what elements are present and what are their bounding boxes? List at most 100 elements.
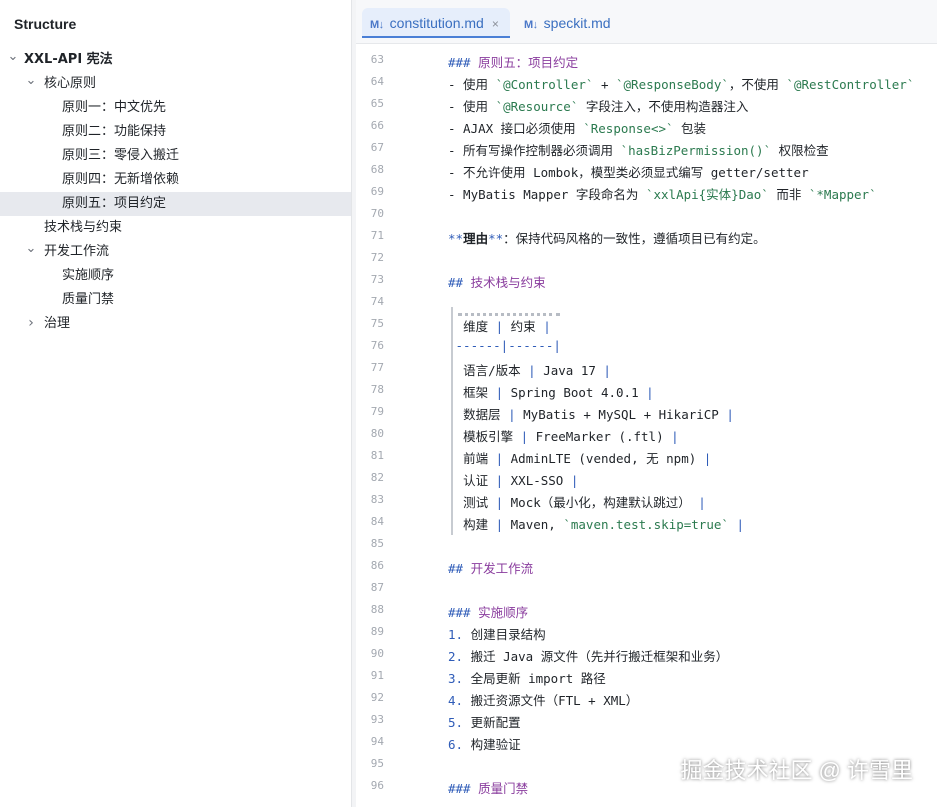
structure-item-label: XXL-API 宪法 [24,52,113,67]
code-token: ## [448,275,471,290]
code-text: ### 原则五：项目约定 [448,52,578,71]
structure-item-label: 开发工作流 [44,244,110,259]
code-token: ，不使用 [728,77,787,92]
code-token: - 所有写操作控制器必须调用 [448,143,621,158]
structure-item-label: 原则二：功能保持 [62,124,167,139]
code-token: ### [448,605,479,620]
code-token: | [495,319,511,334]
code-text: | 测试 | Mock（最小化，构建默认跳过） | [448,492,706,511]
code-token: 搬迁 Java 源文件（先并行搬迁框架和业务） [470,649,729,664]
structure-item[interactable]: 原则一：中文优先 [0,96,351,120]
code-line: 68 - 不允许使用 Lombok，模型类必须显式编写 getter/setter [356,159,937,181]
line-number: 80 [370,427,384,440]
code-line: 89 1. 创建目录结构 [356,621,937,643]
code-line: 70 [356,203,937,225]
structure-item[interactable]: 原则五：项目约定 [0,192,351,216]
line-number: 82 [370,471,384,484]
structure-item[interactable]: ⌄ XXL-API 宪法 [0,48,351,72]
code-text: ## 开发工作流 [448,558,533,577]
line-number: 73 [370,273,384,286]
structure-item[interactable]: 原则三：零侵入搬迁 [0,144,351,168]
code-text: - MyBatis Mapper 字段命名为 `xxlApi{实体}Dao` 而… [448,184,877,203]
line-number: 96 [370,779,384,792]
code-area[interactable]: 63 ### 原则五：项目约定 64 - 使用 `@Controller` + `@R… [356,45,937,807]
chevron-right-icon[interactable]: › [24,312,38,336]
code-line: 90 2. 搬迁 Java 源文件（先并行搬迁框架和业务） [356,643,937,665]
code-token: | [495,451,511,466]
line-number: 69 [370,185,384,198]
structure-item[interactable]: ⌄ 核心原则 [0,72,351,96]
line-number: 87 [370,581,384,594]
code-token: 5. [448,715,471,730]
structure-item[interactable]: 质量门禁 [0,288,351,312]
line-number: 91 [370,669,384,682]
code-token: 实施顺序 [478,605,529,620]
code-token: 构建验证 [470,737,521,752]
line-number: 65 [370,97,384,110]
structure-item[interactable]: 实施顺序 [0,264,351,288]
code-token: 更新配置 [470,715,521,730]
code-line: 67 - 所有写操作控制器必须调用 `hasBizPermission()` 权限… [356,137,937,159]
code-text: | 模板引擎 | FreeMarker (.ftl) | [448,426,679,445]
line-number: 78 [370,383,384,396]
code-token: 权限检查 [771,143,829,158]
structure-title: Structure [14,16,77,32]
code-text: ## 技术栈与约束 [448,272,546,291]
tab-label: speckit.md [543,15,611,31]
line-number: 66 [370,119,384,132]
code-token: 模板引擎 [463,429,521,444]
structure-item[interactable]: ⌄ 开发工作流 [0,240,351,264]
code-line: 72 [356,247,937,269]
code-text: ### 实施顺序 [448,602,528,621]
line-number: 74 [370,295,384,308]
code-line: 94 6. 构建验证 [356,731,937,753]
table-guide [451,307,453,535]
line-number: 64 [370,75,384,88]
markdown-icon: M↓ [370,19,384,31]
tab-constitution-md[interactable]: M↓ constitution.md × [362,8,510,38]
structure-item[interactable]: › 治理 [0,312,351,336]
code-token: 维度 [463,319,496,334]
code-token: - 不允许使用 Lombok，模型类必须显式编写 getter/setter [448,165,809,180]
code-token: | [736,517,744,532]
chevron-down-icon[interactable]: ⌄ [6,48,20,72]
code-token: 理由 [463,231,489,246]
code-text: 1. 创建目录结构 [448,624,546,643]
tab-bar: M↓ constitution.md × M↓ speckit.md [356,0,937,44]
line-number: 93 [370,713,384,726]
code-token: AdminLTE (vended, 无 npm) [510,451,704,466]
code-token: 框架 [463,385,496,400]
structure-tree: ⌄ XXL-API 宪法 ⌄ 核心原则 原则一：中文优先原则二：功能保持原则三：零侵入搬… [0,48,351,336]
code-line: 91 3. 全局更新 import 路径 [356,665,937,687]
code-token: 开发工作流 [470,561,534,576]
tab-label: constitution.md [389,15,484,31]
line-number: 88 [370,603,384,616]
code-token: | [495,495,511,510]
structure-item[interactable]: 原则二：功能保持 [0,120,351,144]
code-token: 技术栈与约束 [470,275,546,290]
code-token: `*Mapper` [808,187,877,202]
code-text: | 语言/版本 | Java 17 | [448,360,611,379]
structure-item[interactable]: 技术栈与约束 [0,216,351,240]
code-text: - 使用 `@Resource` 字段注入，不使用构造器注入 [448,96,748,115]
code-token: Mock（最小化，构建默认跳过） [510,495,699,510]
code-line: 78 | 框架 | Spring Boot 4.0.1 | [356,379,937,401]
line-number: 67 [370,141,384,154]
code-token: - MyBatis Mapper 字段命名为 [448,187,646,202]
code-text: - 使用 `@Controller` + `@ResponseBody`，不使用… [448,74,914,93]
code-token: | [726,407,734,422]
code-token: `Response<>` [583,121,674,136]
line-number: 86 [370,559,384,572]
structure-item[interactable]: 原则四：无新增依赖 [0,168,351,192]
structure-item-label: 实施顺序 [62,268,115,283]
close-tab-icon[interactable]: × [492,17,499,31]
code-token: | [703,451,712,466]
line-number: 68 [370,163,384,176]
chevron-down-icon[interactable]: ⌄ [24,72,38,96]
chevron-down-icon[interactable]: ⌄ [24,240,38,264]
code-token: 而非 [768,187,809,202]
code-text: - 所有写操作控制器必须调用 `hasBizPermission()` 权限检查 [448,140,829,159]
code-text: |------|------| [448,338,561,353]
code-line: 80 | 模板引擎 | FreeMarker (.ftl) | [356,423,937,445]
tab-speckit-md[interactable]: M↓ speckit.md [524,8,634,38]
